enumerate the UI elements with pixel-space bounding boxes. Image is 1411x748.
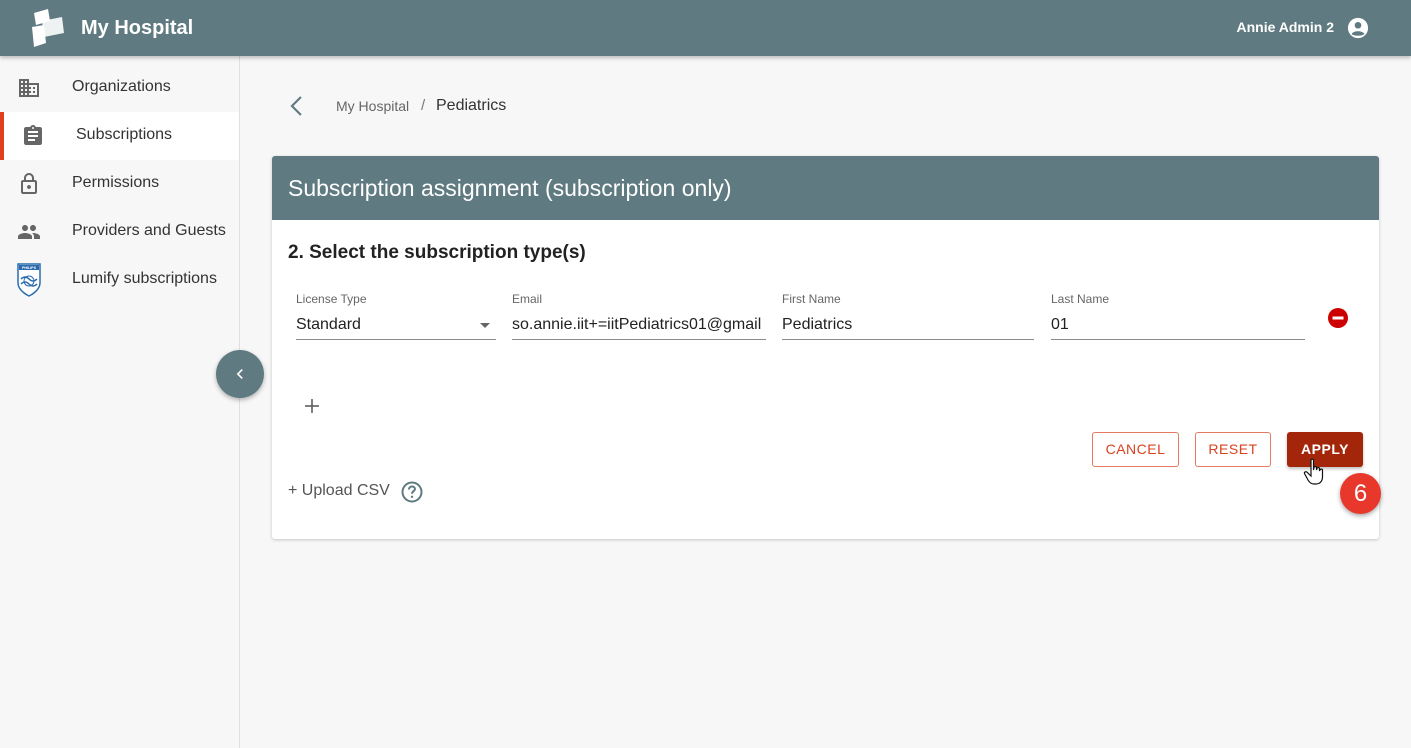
sidebar-item-label: Lumify subscriptions: [72, 270, 217, 287]
breadcrumb-separator: /: [421, 97, 426, 114]
people-icon: [18, 225, 40, 239]
email-field[interactable]: Email so.annie.iit+=iitPediatrics01@gmai…: [512, 292, 766, 340]
lock-icon: [21, 173, 37, 194]
email-label: Email: [512, 292, 543, 306]
cancel-button[interactable]: CANCEL: [1092, 432, 1179, 467]
remove-row-icon[interactable]: [1328, 308, 1348, 328]
reset-button[interactable]: RESET: [1195, 432, 1271, 467]
field-underline: [1051, 339, 1305, 340]
sidebar-item-providers-and-guests[interactable]: Providers and Guests: [0, 208, 239, 256]
last-name-label: Last Name: [1051, 292, 1110, 306]
collapse-sidebar-button[interactable]: [216, 350, 264, 398]
clipboard-icon: [24, 125, 42, 145]
philips-shield-icon: PHILIPS: [17, 263, 41, 297]
philips-logo-text: PHILIPS: [22, 266, 37, 270]
field-underline: [512, 339, 766, 340]
last-name-field[interactable]: Last Name 01: [1051, 292, 1305, 340]
field-underline: [296, 339, 496, 340]
license-type-value[interactable]: Standard: [296, 316, 496, 338]
card-title: Subscription assignment (subscription on…: [288, 175, 732, 201]
card-header: Subscription assignment (subscription on…: [272, 156, 1379, 220]
back-arrow-icon[interactable]: [285, 93, 311, 119]
sidebar-item-label: Providers and Guests: [72, 222, 226, 239]
help-icon[interactable]: [401, 481, 423, 503]
field-underline: [782, 339, 1034, 340]
last-name-input[interactable]: 01: [1051, 316, 1305, 338]
email-input[interactable]: so.annie.iit+=iitPediatrics01@gmail: [512, 316, 766, 338]
sidebar-item-lumify-subscriptions[interactable]: PHILIPS Lumify subscriptions: [0, 256, 239, 304]
breadcrumb-root-link[interactable]: My Hospital: [336, 98, 409, 114]
add-row-icon[interactable]: [302, 396, 322, 416]
subscription-assignment-card: Subscription assignment (subscription on…: [272, 156, 1379, 539]
sidebar-item-organizations[interactable]: Organizations: [0, 64, 239, 112]
step-number-badge: 6: [1340, 473, 1381, 514]
sidebar-item-label: Organizations: [72, 78, 171, 95]
sidebar-item-label: Subscriptions: [76, 126, 173, 143]
upload-csv-link[interactable]: + Upload CSV: [288, 482, 390, 500]
app-logo-icon: [32, 9, 64, 47]
step-title: 2. Select the subscription type(s): [288, 242, 586, 263]
sidebar-item-label: Permissions: [72, 174, 160, 191]
hand-pointer-cursor-icon: [1303, 458, 1324, 485]
sidebar-item-subscriptions[interactable]: Subscriptions: [0, 112, 239, 160]
app-title: My Hospital: [81, 17, 194, 39]
license-type-select[interactable]: License Type Standard: [296, 292, 496, 340]
top-app-bar: My Hospital Annie Admin 2: [0, 0, 1411, 56]
building-icon: [19, 79, 39, 97]
sidebar-item-permissions[interactable]: Permissions: [0, 160, 239, 208]
dropdown-arrow-icon[interactable]: [480, 323, 490, 328]
first-name-field[interactable]: First Name Pediatrics: [782, 292, 1034, 340]
account-circle-icon[interactable]: [1347, 17, 1369, 39]
first-name-input[interactable]: Pediatrics: [782, 316, 1034, 338]
first-name-label: First Name: [782, 292, 841, 306]
license-type-label: License Type: [296, 292, 367, 306]
sidebar: Organizations Subscriptions Permissions …: [0, 56, 240, 748]
user-name[interactable]: Annie Admin 2: [1237, 19, 1335, 35]
breadcrumb-current: Pediatrics: [436, 97, 507, 114]
chevron-left-icon: [236, 369, 243, 379]
